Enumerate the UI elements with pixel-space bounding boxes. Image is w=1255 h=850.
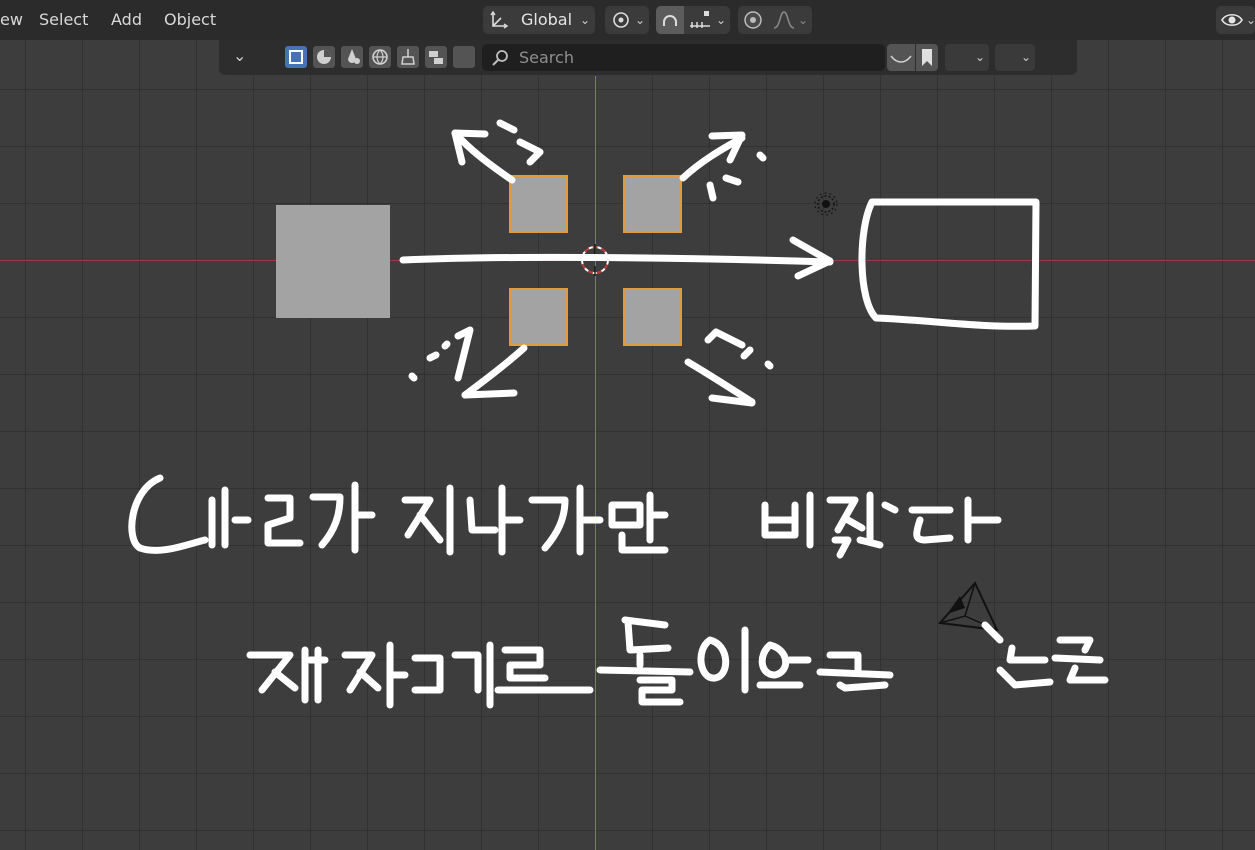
annotation-ink-layer: [128, 119, 1109, 709]
